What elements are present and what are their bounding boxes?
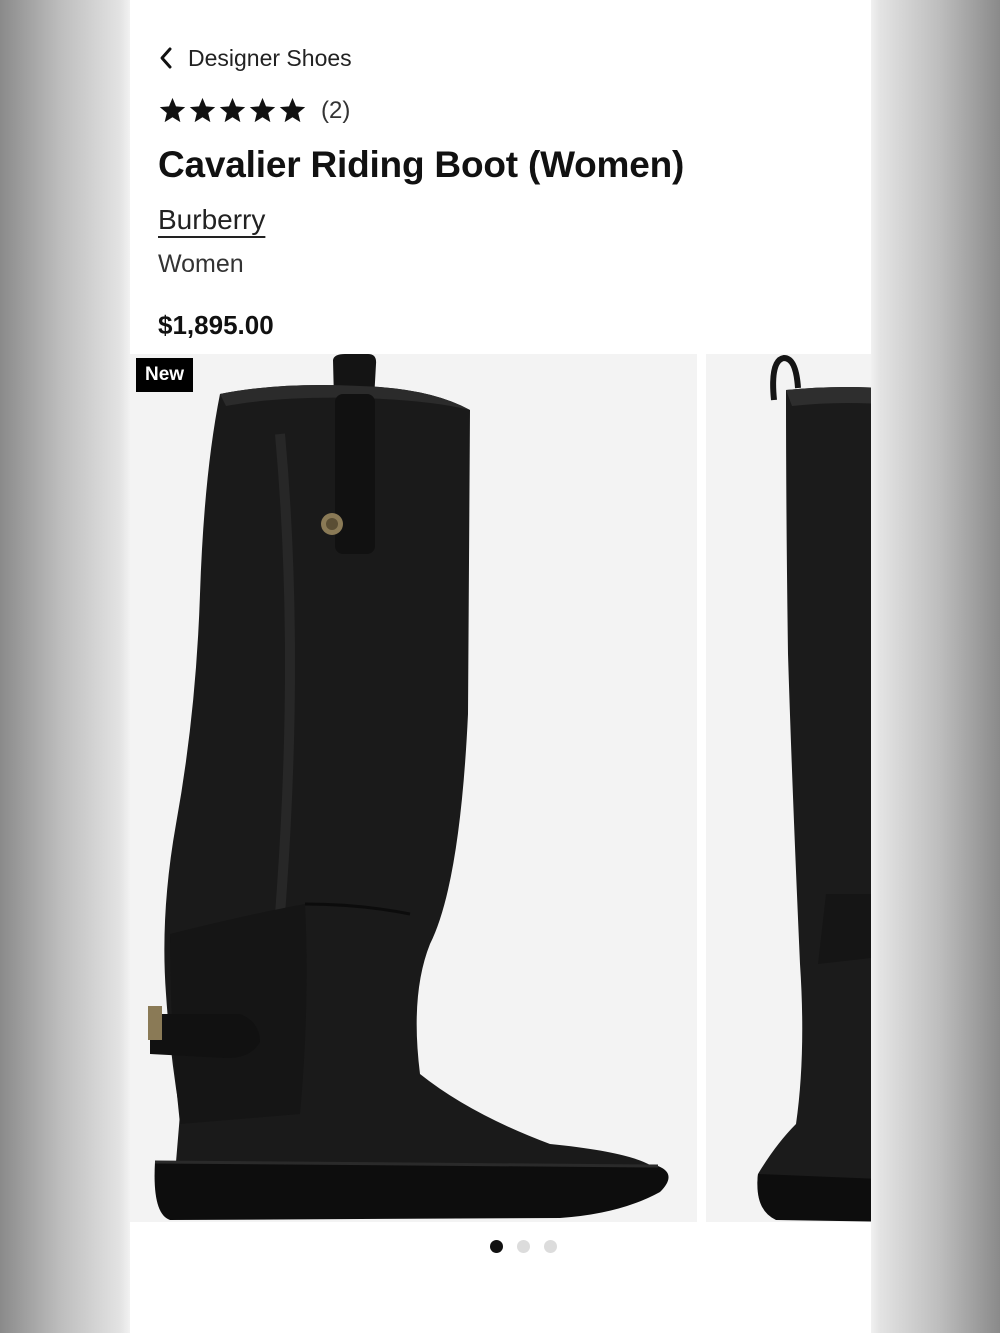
carousel-dot[interactable]: [544, 1240, 557, 1253]
star-filled-icon: [189, 97, 216, 123]
image-carousel[interactable]: New: [130, 354, 871, 1222]
star-filled-icon: [159, 97, 186, 123]
star-filled-icon: [219, 97, 246, 123]
star-filled-icon: [249, 97, 276, 123]
star-filled-icon: [279, 97, 306, 123]
product-title: Cavalier Riding Boot (Women): [158, 144, 685, 185]
carousel-pagination: [130, 1240, 871, 1253]
rating[interactable]: (2): [158, 96, 350, 125]
brand-link[interactable]: Burberry: [158, 204, 265, 236]
carousel-dot[interactable]: [490, 1240, 503, 1253]
product-page: Designer Shoes (2) Cavalier Riding Boot …: [130, 0, 871, 1333]
boot-back-image: [706, 354, 871, 1222]
product-category: Women: [158, 250, 244, 278]
star-rating: [158, 96, 307, 125]
new-badge: New: [136, 358, 194, 392]
chevron-left-icon: [158, 46, 174, 70]
carousel-dot[interactable]: [517, 1240, 530, 1253]
product-image-boot-side[interactable]: New: [130, 354, 697, 1222]
product-price: $1,895.00: [158, 310, 274, 340]
boot-side-image: [130, 354, 697, 1222]
breadcrumb-label: Designer Shoes: [188, 44, 352, 71]
product-image-boot-back[interactable]: [706, 354, 871, 1222]
review-count[interactable]: (2): [321, 97, 350, 125]
breadcrumb-back-link[interactable]: Designer Shoes: [158, 40, 352, 76]
